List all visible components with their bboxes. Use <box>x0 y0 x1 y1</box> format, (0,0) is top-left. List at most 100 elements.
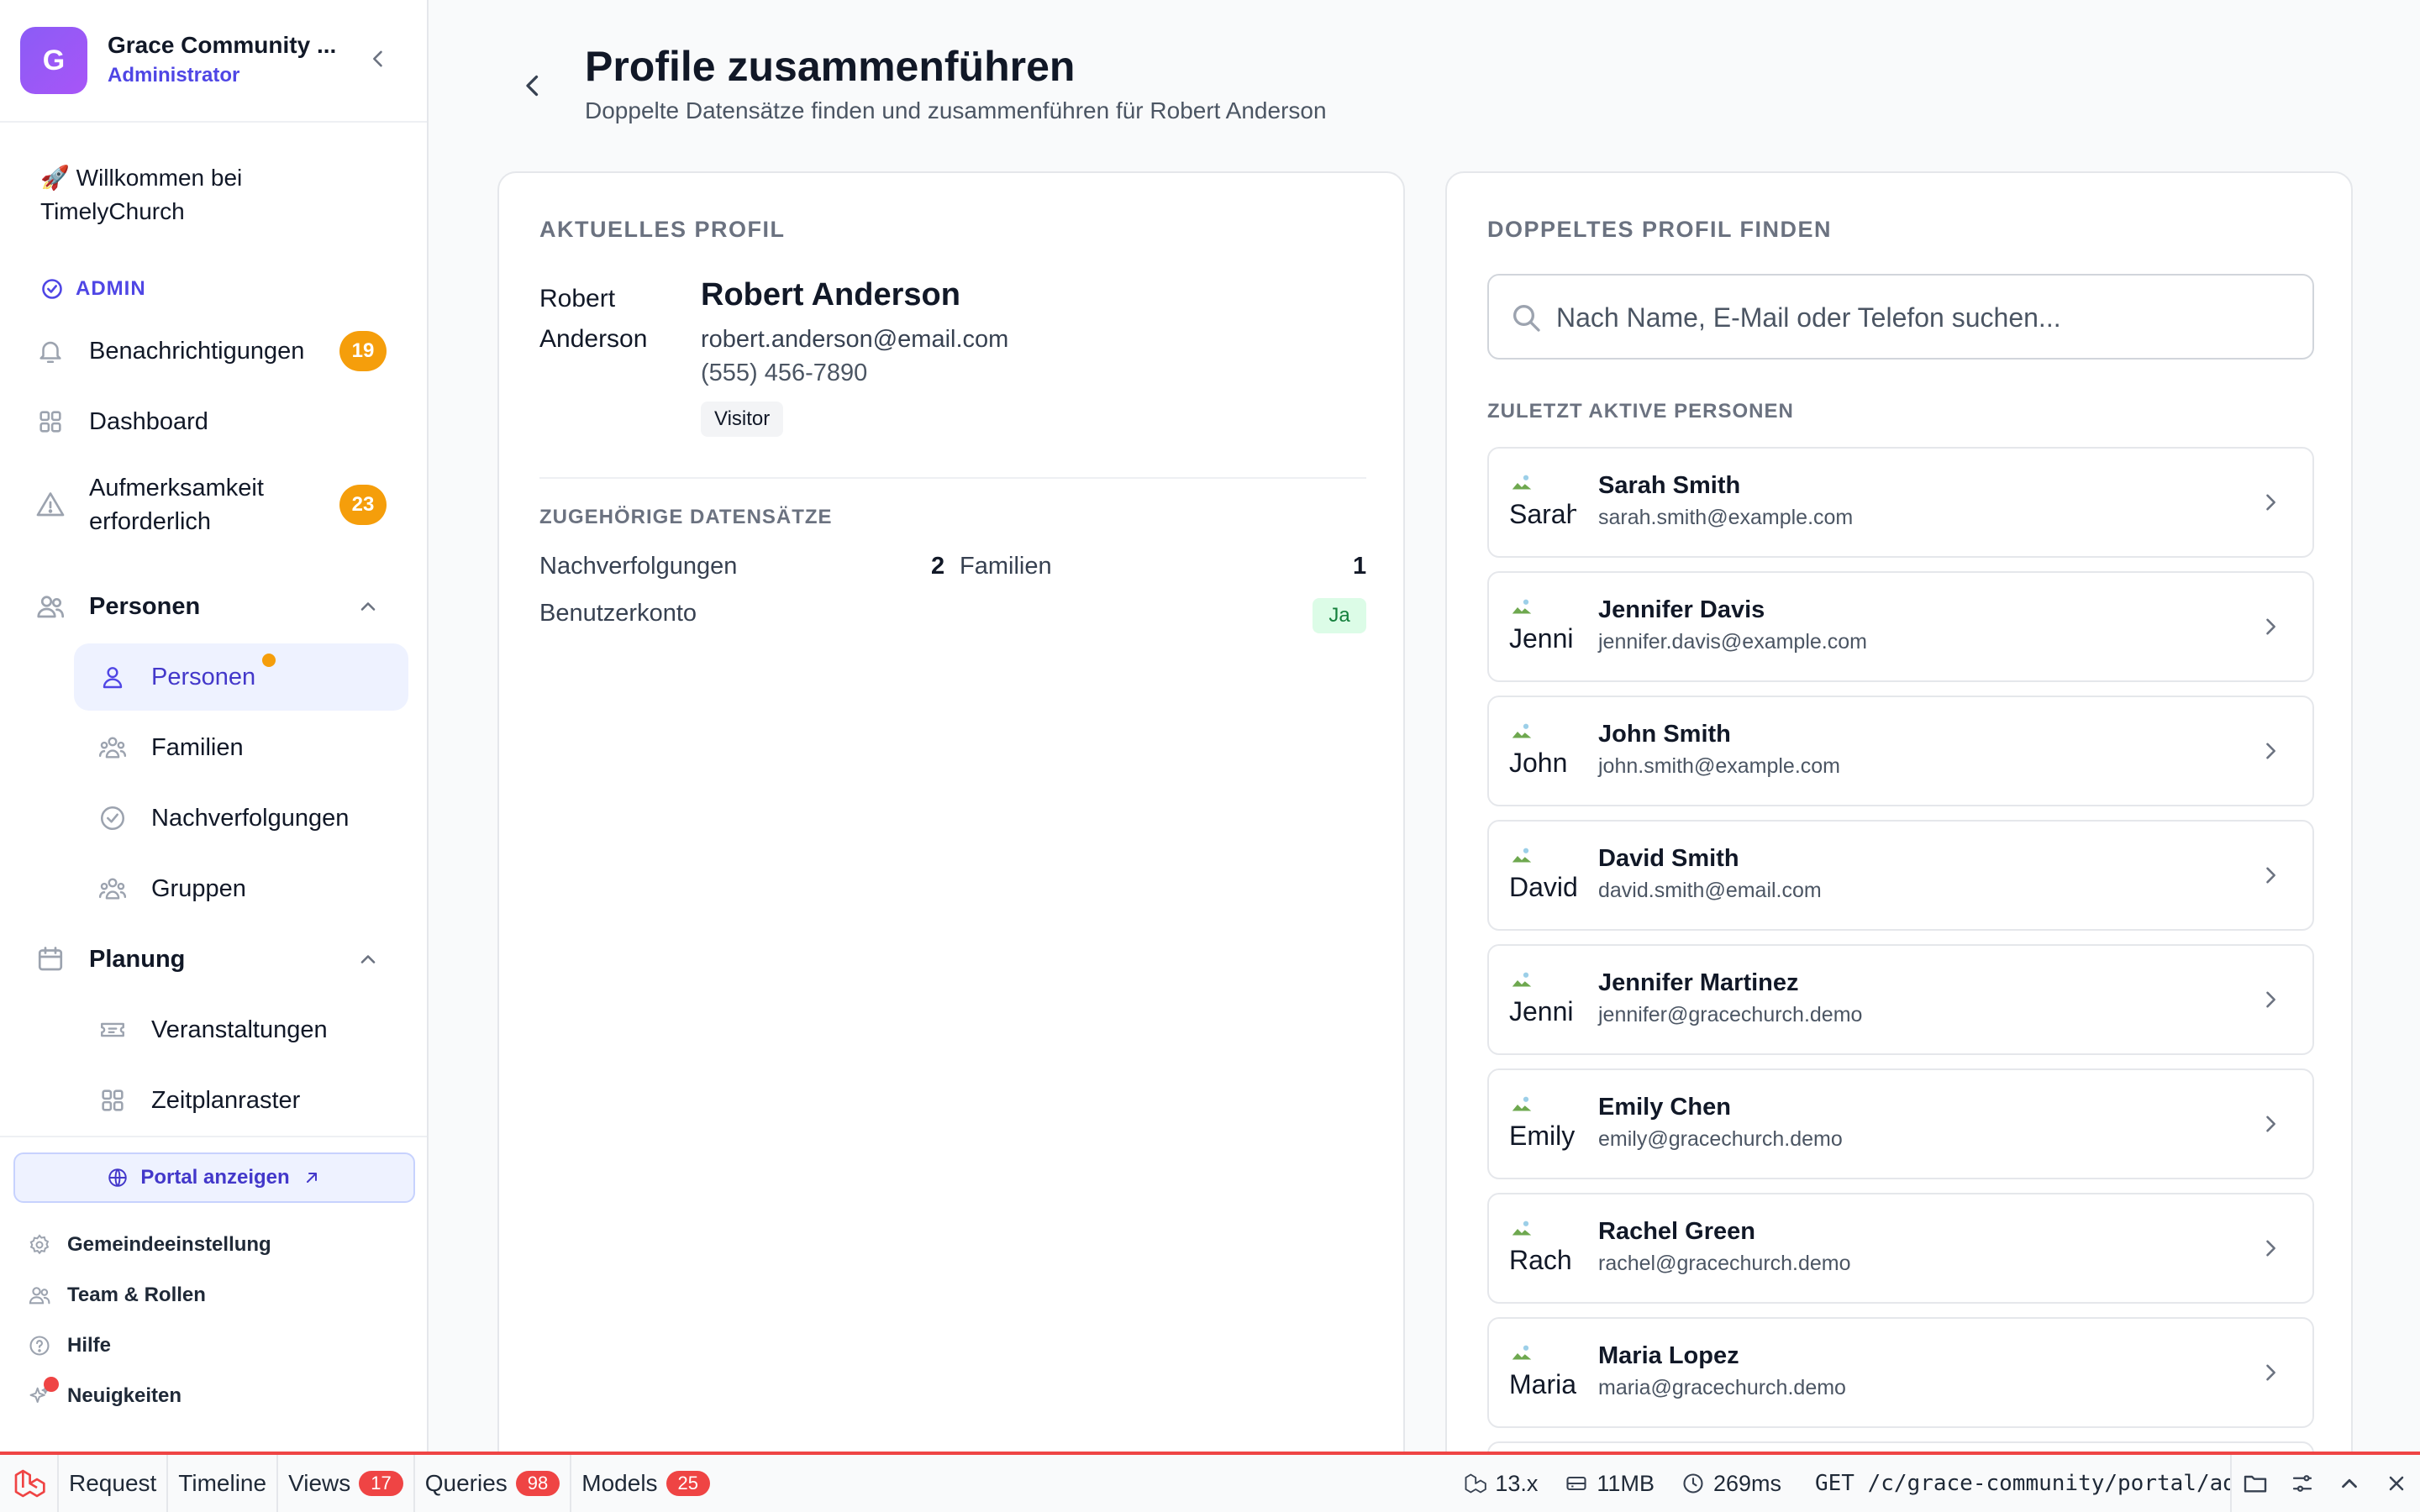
sidebar: G Grace Community ... Administrator 🚀 Wi… <box>0 0 429 1452</box>
person-row[interactable]: Jenni Jennifer Davis jennifer.davis@exampl… <box>1487 571 2314 682</box>
version-value: 13.x <box>1495 1470 1539 1496</box>
families-label: Familien <box>960 553 1052 580</box>
sidebar-item-dashboard[interactable]: Dashboard <box>34 400 403 444</box>
person-row[interactable]: Rach Rachel Green rachel@gracechurch.demo <box>1487 1193 2314 1304</box>
person-email: maria@gracechurch.demo <box>1598 1376 1846 1399</box>
grid-icon <box>96 1084 129 1117</box>
debug-tab-views[interactable]: Views 17 <box>278 1455 415 1512</box>
help-icon <box>27 1333 52 1358</box>
tab-label: Models <box>581 1470 658 1496</box>
close-icon[interactable] <box>2373 1455 2420 1512</box>
person-avatar: Rach <box>1509 1216 1576 1284</box>
sidebar-item-notifications[interactable]: Benachrichtigungen 19 <box>34 329 403 373</box>
sidebar-item-label: Zeitplanraster <box>151 1086 301 1114</box>
person-row[interactable]: John John Smith john.smith@example.com <box>1487 696 2314 806</box>
help-link[interactable]: Hilfe <box>27 1329 111 1362</box>
news-label: Neuigkeiten <box>67 1384 182 1407</box>
search-input[interactable] <box>1556 292 2296 343</box>
page-title: Profile zusammenführen <box>585 43 1076 90</box>
person-avatar: Emily <box>1509 1092 1576 1159</box>
avatar-alt-text: Rach <box>1509 1245 1572 1275</box>
sidebar-item-label: Nachverfolgungen <box>151 804 350 832</box>
chevron-right-icon <box>2266 494 2275 511</box>
view-portal-label: Portal anzeigen <box>140 1166 290 1189</box>
admin-section-header: ADMIN <box>40 276 146 302</box>
user-account-status-badge: Ja <box>1313 598 1366 633</box>
person-email: jennifer@gracechurch.demo <box>1598 1003 1863 1026</box>
memory-value: 11MB <box>1597 1470 1655 1496</box>
sidebar-footer: Portal anzeigen Gemeindeeinstellung Team… <box>0 1136 427 1452</box>
person-avatar: John <box>1509 719 1576 786</box>
debug-tab-timeline[interactable]: Timeline <box>168 1455 279 1512</box>
debug-tab-request[interactable]: Request <box>59 1455 169 1512</box>
people-icon <box>34 590 67 623</box>
maximize-chevron-icon[interactable] <box>2326 1455 2373 1512</box>
sidebar-item-schedule-grid[interactable]: Zeitplanraster <box>74 1079 408 1122</box>
sidebar-item-families[interactable]: Familien <box>74 726 408 769</box>
sidebar-item-groups[interactable]: Gruppen <box>74 867 408 911</box>
duration-stat: 269ms <box>1668 1471 1795 1497</box>
welcome-link[interactable]: 🚀 Willkommen bei TimelyChurch <box>40 161 376 228</box>
sidebar-item-events[interactable]: Veranstaltungen <box>74 1008 408 1052</box>
search-field[interactable] <box>1487 274 2314 360</box>
news-link[interactable]: Neuigkeiten <box>27 1377 182 1413</box>
settings-link[interactable]: Gemeindeeinstellung <box>27 1228 271 1262</box>
ticket-icon <box>96 1013 129 1047</box>
debugbar-logo-icon[interactable] <box>0 1455 59 1512</box>
request-url[interactable]: GET /c/grace-community/portal/adm… <box>1795 1455 2232 1512</box>
settings-sliders-icon[interactable] <box>2279 1455 2326 1512</box>
person-name: Jennifer Davis <box>1598 596 1765 623</box>
person-row[interactable]: Emily Emily Chen emily@gracechurch.demo <box>1487 1068 2314 1179</box>
families-count: 1 <box>1353 553 1367 580</box>
back-arrow-icon[interactable] <box>518 71 548 101</box>
person-row[interactable]: Sarah Sarah Smith sarah.smith@example.com <box>1487 447 2314 558</box>
sidebar-group-planning[interactable]: Planung <box>34 937 403 981</box>
chevron-up-icon <box>360 955 376 963</box>
org-switcher[interactable]: G Grace Community ... Administrator <box>0 0 427 123</box>
family-icon <box>96 731 129 764</box>
sidebar-item-attention[interactable]: Aufmerksamkeit erforderlich 23 <box>34 467 403 543</box>
avatar-alt-text: Jenni <box>1509 996 1574 1026</box>
chevron-right-icon <box>2266 1116 2275 1132</box>
sidebar-item-label: Gruppen <box>151 874 246 902</box>
person-avatar: Sarah <box>1509 470 1576 538</box>
avatar-alt-text: Emily <box>1509 1121 1576 1151</box>
collapse-sidebar-icon[interactable] <box>366 47 390 71</box>
chevron-right-icon <box>2266 1240 2275 1257</box>
tab-label: Timeline <box>178 1470 267 1496</box>
sidebar-item-persons[interactable]: Personen <box>74 643 408 711</box>
sidebar-item-label: Veranstaltungen <box>151 1016 328 1043</box>
person-name: David Smith <box>1598 845 1739 872</box>
dashboard-grid-icon <box>34 405 67 438</box>
person-email: john.smith@example.com <box>1598 754 1840 778</box>
profile-name: Robert Anderson <box>701 277 960 312</box>
queries-count-badge: 98 <box>515 1471 560 1496</box>
membership-status-badge: Visitor <box>701 402 784 437</box>
person-row[interactable]: Jenni Jennifer Martinez jennifer@gracechur… <box>1487 944 2314 1055</box>
avatar-alt-text: Robert Anderson <box>539 285 648 353</box>
person-avatar: Maria <box>1509 1341 1576 1408</box>
person-email: jennifer.davis@example.com <box>1598 630 1867 654</box>
avatar-alt-text: David <box>1509 872 1576 902</box>
sidebar-item-followups[interactable]: Nachverfolgungen <box>74 796 408 840</box>
person-row[interactable]: Maria Maria Lopez maria@gracechurch.demo <box>1487 1317 2314 1428</box>
avatar-alt-text: Maria <box>1509 1369 1576 1399</box>
folder-icon[interactable] <box>2232 1455 2279 1512</box>
sidebar-group-people[interactable]: Personen <box>34 585 403 628</box>
person-avatar: Jenni <box>1509 595 1576 662</box>
calendar-icon <box>34 942 67 976</box>
chevron-right-icon <box>2266 991 2275 1008</box>
view-portal-button[interactable]: Portal anzeigen <box>13 1152 415 1203</box>
team-roles-link[interactable]: Team & Rollen <box>27 1278 206 1312</box>
profile-phone: (555) 456-7890 <box>701 360 868 386</box>
tab-label: Request <box>69 1470 157 1496</box>
team-icon <box>27 1283 52 1308</box>
org-role: Administrator <box>108 64 240 87</box>
chevron-right-icon <box>2266 618 2275 635</box>
unread-dot <box>262 654 276 667</box>
external-arrow-icon <box>306 1173 317 1183</box>
debug-tab-models[interactable]: Models 25 <box>571 1455 720 1512</box>
debug-tab-queries[interactable]: Queries 98 <box>415 1455 572 1512</box>
person-row[interactable]: David David Smith david.smith@email.com <box>1487 820 2314 931</box>
sidebar-item-label: Personen <box>151 663 256 690</box>
